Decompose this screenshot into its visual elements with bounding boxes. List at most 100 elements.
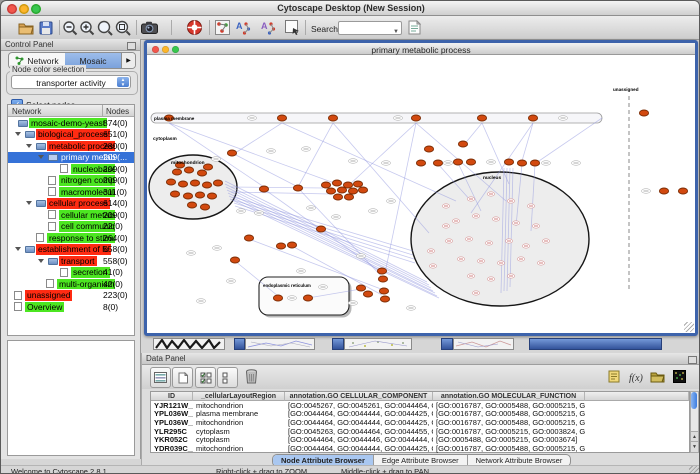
graph-node[interactable] [202,182,211,188]
tree-row[interactable]: establishment of lo558(0) [8,244,134,256]
delete-attribute-button[interactable] [242,367,261,386]
graph-node[interactable] [203,164,212,170]
tree-row[interactable]: primary metabo209(... [8,152,134,164]
graph-node[interactable] [316,226,325,232]
window-resize-grip[interactable] [689,466,699,474]
graph-node[interactable] [321,182,330,188]
network-view-window[interactable]: primary metabolic process plasma membran… [144,40,698,336]
table-cell[interactable]: YPL036W__2 [151,410,193,419]
table-cell[interactable]: plasma membrane [193,410,285,419]
graph-node[interactable] [333,194,342,200]
graph-node[interactable] [466,159,475,165]
graph-node[interactable] [348,188,357,194]
graph-node[interactable] [213,180,222,186]
table-cell[interactable]: [GO:0016787, GO:0005488, GO:0005215, G..… [433,402,585,411]
graph-node[interactable] [287,242,296,248]
table-column-header[interactable]: annotation.GO CELLULAR_COMPONENT [285,392,433,401]
table-row[interactable]: YPL036W__1mitochondrion[GO:0044464, GO:0… [151,419,689,428]
create-attribute-button[interactable] [172,367,193,388]
graph-node[interactable] [178,181,187,187]
table-row[interactable]: YPL036W__2plasma membrane[GO:0044464, GO… [151,410,689,419]
graph-node[interactable] [377,268,386,274]
graph-node[interactable] [273,295,282,301]
network-canvas[interactable]: plasma membranecytoplasmmitochondrionnuc… [147,55,695,333]
graph-node[interactable] [424,146,433,152]
table-cell[interactable]: [GO:0045263, GO:0044464, GO:0044455, G..… [285,428,433,437]
expand-arrow-icon[interactable] [26,144,32,148]
tree-row[interactable]: biological_process651(0) [8,129,134,141]
graph-node[interactable] [303,295,312,301]
graph-node[interactable] [276,243,285,249]
tree-row[interactable]: multi-organism pro42(0) [8,278,134,290]
tree-col-nodes[interactable]: Nodes [106,107,129,116]
open-session-button[interactable] [17,19,34,36]
tree-row[interactable]: response to stimulu264(0) [8,232,134,244]
network-resize-grip[interactable] [684,322,694,332]
graph-node[interactable] [230,257,239,263]
tree-row[interactable]: unassigned223(0) [8,290,134,302]
graph-node[interactable] [184,167,193,173]
table-cell[interactable]: YPL036W__1 [151,419,193,428]
expand-arrow-icon[interactable] [38,155,44,159]
graph-node[interactable] [639,110,648,116]
graph-node[interactable] [172,169,181,175]
dropdown-stepper-icon[interactable]: ▲▼ [117,77,129,87]
graph-node[interactable] [227,150,236,156]
graph-node[interactable] [530,160,539,166]
graph-node[interactable] [379,288,388,294]
table-cell[interactable]: YKR052C [151,436,193,445]
attribute-notes-button[interactable] [604,367,623,386]
window-titlebar[interactable]: Cytoscape Desktop (New Session) [1,1,700,16]
attribute-select-button[interactable] [150,367,171,388]
graph-node[interactable] [207,193,216,199]
float-panel-icon[interactable] [688,356,697,364]
region-nucleus[interactable] [411,172,589,306]
float-panel-icon[interactable] [127,42,136,50]
tree-row[interactable]: metabolic process280(0) [8,140,134,152]
table-row[interactable]: YJR121W__1mitochondrion[GO:0045267, GO:0… [151,402,689,411]
background-window-titlebar[interactable] [332,338,344,350]
zoom-fit-button[interactable] [96,19,113,36]
tree-row[interactable]: mosaic-demo-yeast874(0) [8,117,134,129]
background-window-preview[interactable] [245,338,315,350]
tree-row[interactable]: cellular metabo209(0) [8,209,134,221]
table-cell[interactable]: YLR295C [151,428,193,437]
expand-arrow-icon[interactable] [38,259,44,263]
graph-node[interactable] [344,194,353,200]
scrollbar-thumb[interactable] [691,392,697,409]
import-attributes-button[interactable] [648,367,667,386]
zoom-selected-button[interactable] [114,19,131,36]
graph-node[interactable] [411,115,420,121]
graph-node[interactable] [259,186,268,192]
select-attributes-button[interactable] [195,367,216,388]
scroll-down-button[interactable]: ▼ [691,441,698,452]
attribute-matrix-button[interactable] [670,367,689,386]
tree-col-network[interactable]: Network [12,107,41,116]
table-scrollbar[interactable]: ▲ ▼ [690,391,699,453]
graph-node[interactable] [477,115,486,121]
graph-node[interactable] [517,160,526,166]
network-tree-header[interactable]: Network Nodes [8,105,134,117]
graph-node[interactable] [528,115,537,121]
export-image-button[interactable] [141,19,158,36]
zoom-in-button[interactable] [78,19,95,36]
graph-node[interactable] [380,296,389,302]
node-color-dropdown[interactable]: transporter activity ▲▼ [11,75,131,89]
table-cell[interactable]: [GO:0016787, GO:0005488, GO:0005215, G..… [433,410,585,419]
graph-node[interactable] [378,276,387,282]
search-options-button[interactable] [406,19,423,36]
background-window-overview[interactable] [153,338,225,350]
graph-node[interactable] [200,204,209,210]
tree-row[interactable]: cellular process614(0) [8,198,134,210]
tree-row[interactable]: secretion41(0) [8,267,134,279]
tree-row[interactable]: nucleobase-209(0) [8,163,134,175]
table-cell[interactable]: YJR121W__1 [151,402,193,411]
table-column-header[interactable] [585,392,689,401]
background-window-preview[interactable] [453,338,514,350]
table-column-header[interactable]: ID [151,392,193,401]
graph-node[interactable] [433,160,442,166]
graph-node[interactable] [363,291,372,297]
birdseye-view-panel[interactable] [7,340,135,456]
network-overview-button[interactable] [214,19,231,36]
table-cell[interactable]: [GO:0016787, GO:0005215, GO:0003824, G..… [433,428,585,437]
